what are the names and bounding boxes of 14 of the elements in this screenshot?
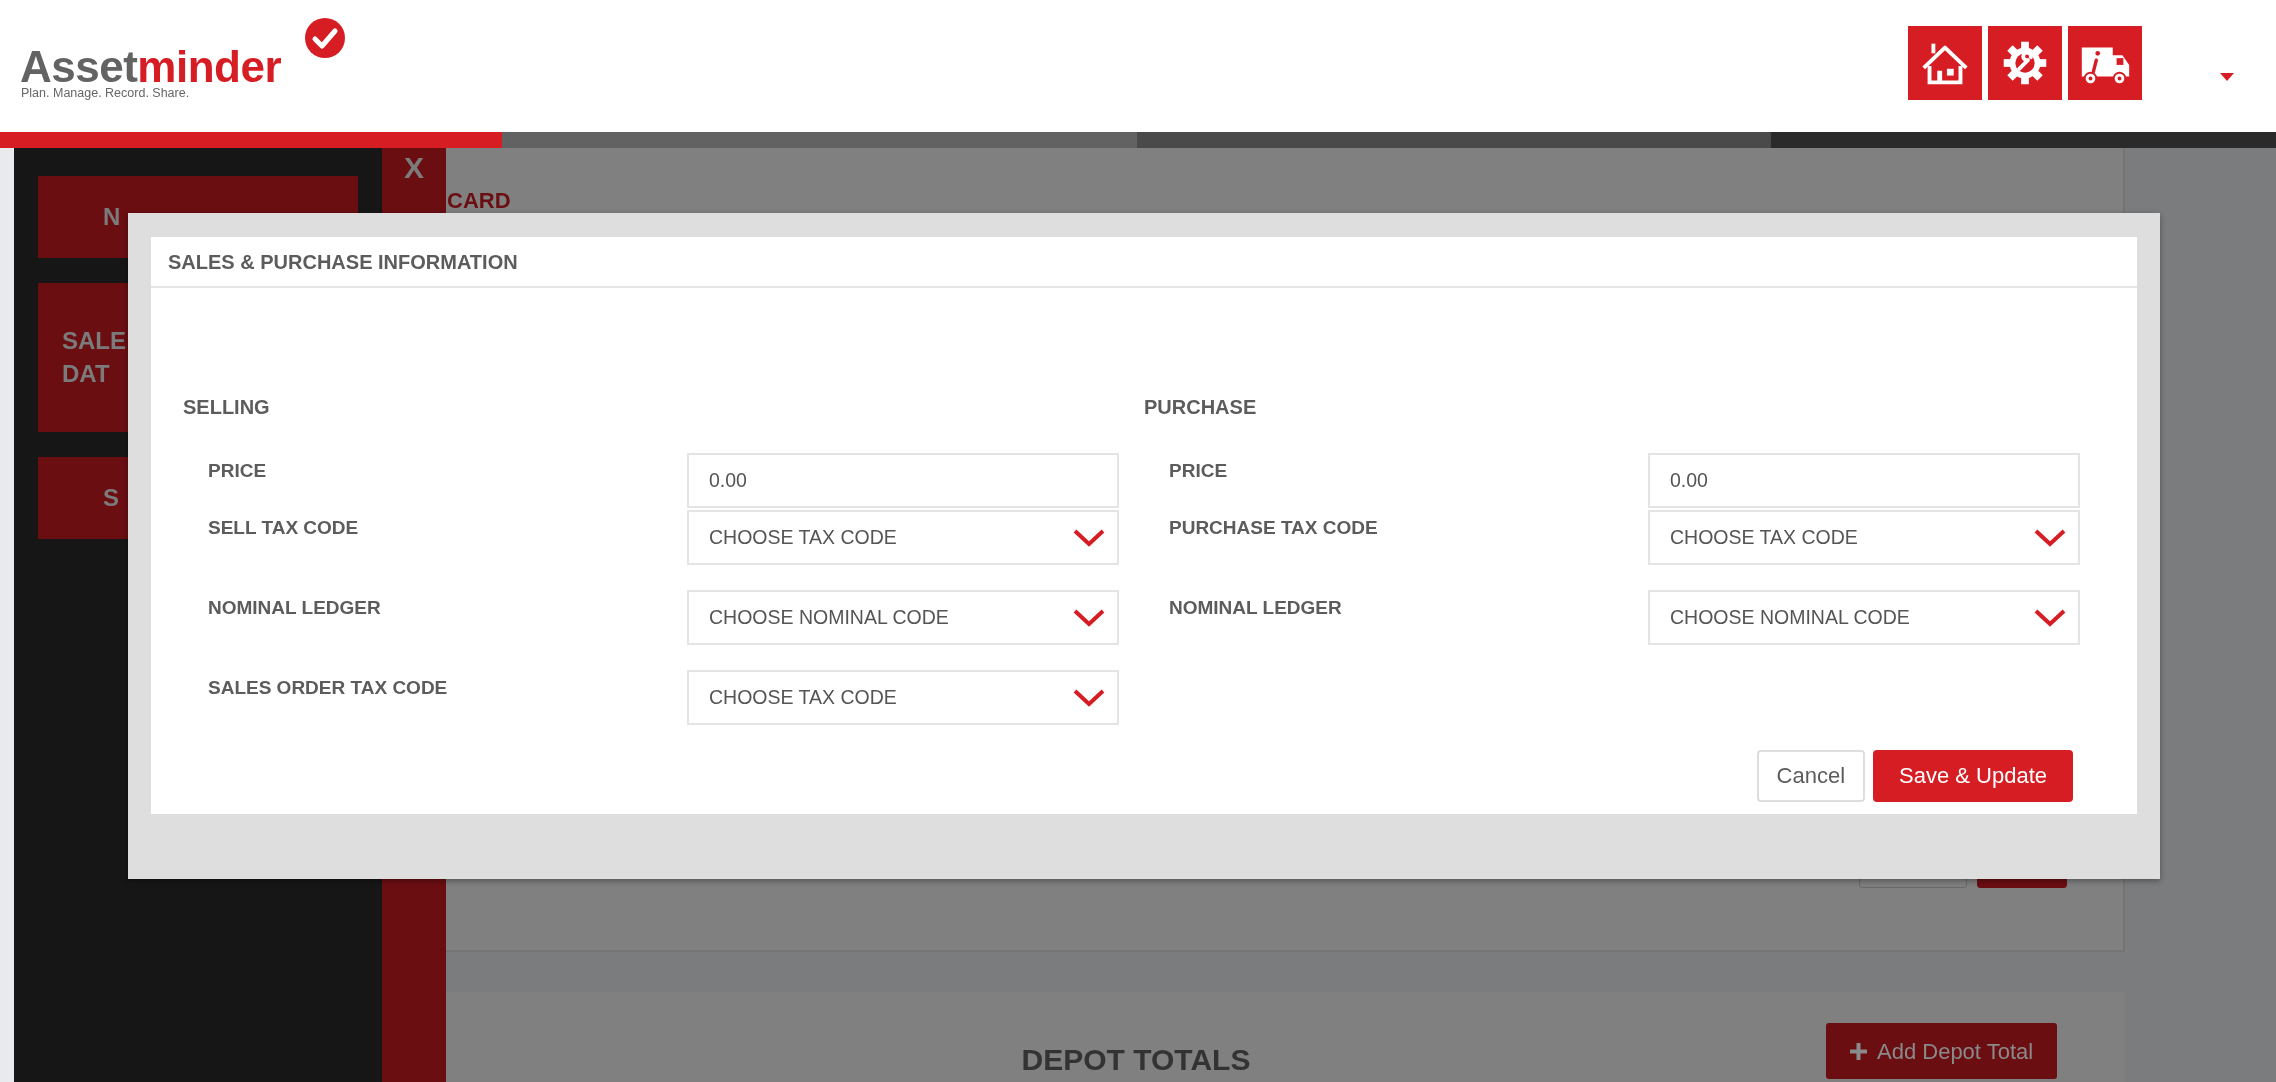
field-label: NOMINAL LEDGER [1169, 596, 1343, 620]
modal-title: SALES & PURCHASE INFORMATION [168, 249, 518, 275]
logo-tagline: Plan. Manage. Record. Share. [21, 87, 190, 100]
section-heading: SELLING [183, 397, 271, 417]
field-label: PRICE [1169, 459, 1229, 483]
field-label: SALES ORDER TAX CODE [208, 676, 449, 700]
field-label: PURCHASE TAX CODE [1169, 516, 1379, 540]
panel-title: DEPOT TOTALS [1020, 1042, 1252, 1078]
field-label: NOMINAL LEDGER [208, 596, 382, 620]
section-heading: PURCHASE [1144, 397, 1258, 417]
field-label: PRICE [208, 459, 268, 483]
field-label: SELL TAX CODE [208, 516, 360, 540]
card-title: CARD [447, 187, 512, 215]
logo-wordmark: Assetminder [20, 45, 282, 89]
